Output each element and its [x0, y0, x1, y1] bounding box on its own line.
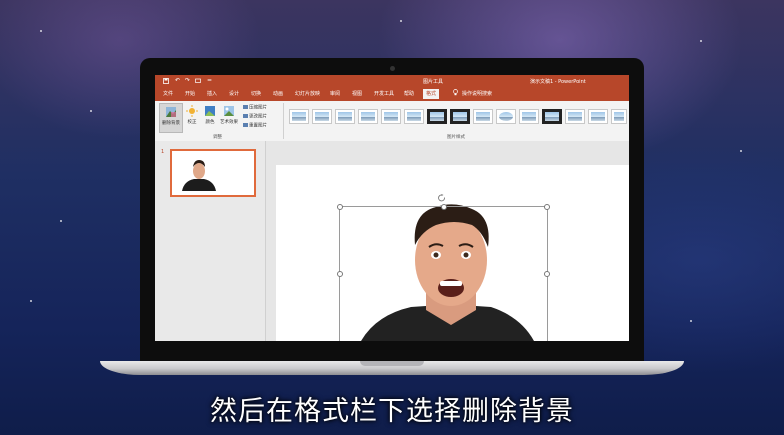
tab-slideshow[interactable]: 幻灯片放映 [292, 89, 323, 99]
remove-background-button[interactable]: 删除背景 [159, 103, 183, 133]
ribbon-tabs: 文件 开始 插入 设计 切换 动画 幻灯片放映 审阅 视图 开发工具 帮助 格式… [155, 87, 629, 101]
picture-style-thumb[interactable] [611, 109, 627, 124]
remove-background-icon [165, 106, 177, 118]
group-label-picture-styles: 图片样式 [447, 135, 465, 140]
laptop-notch [360, 361, 424, 366]
picture-style-thumb[interactable] [289, 109, 309, 124]
ribbon-divider [283, 103, 284, 139]
save-icon[interactable] [163, 78, 170, 84]
tab-review[interactable]: 审阅 [327, 89, 343, 99]
undo-icon[interactable]: ↶ [175, 78, 182, 84]
color-label: 颜色 [205, 120, 215, 125]
color-button[interactable]: 颜色 [202, 103, 218, 131]
picture-style-thumb[interactable] [450, 109, 470, 124]
tab-animations[interactable]: 动画 [270, 89, 286, 99]
corrections-button[interactable]: 校正 [183, 103, 201, 131]
picture-style-thumb[interactable] [404, 109, 424, 124]
tab-view[interactable]: 视图 [349, 89, 365, 99]
camera-icon [390, 66, 395, 71]
compress-pictures-button[interactable]: 压缩图片 [243, 105, 267, 111]
slide-thumbnail-pane: 1 [155, 141, 266, 341]
rotate-handle-icon[interactable] [438, 187, 445, 202]
picture-style-thumb[interactable] [542, 109, 562, 124]
redo-icon[interactable]: ↷ [185, 78, 192, 84]
tab-format[interactable]: 格式 [423, 89, 440, 99]
artistic-effects-icon [223, 105, 235, 117]
picture-selection-box[interactable] [339, 206, 548, 341]
artistic-effects-button[interactable]: 艺术效果 [218, 103, 240, 131]
app-window: ↶ ↷ = 图片工具 演示文稿1 - PowerPoint 文件 开始 插入 设… [155, 75, 629, 341]
tab-transitions[interactable]: 切换 [248, 89, 264, 99]
tell-me-search[interactable]: 操作说明搜索 [462, 89, 492, 99]
picture-style-thumb[interactable] [588, 109, 608, 124]
picture-style-thumb[interactable] [496, 109, 516, 124]
present-icon[interactable] [195, 78, 202, 84]
resize-handle[interactable] [337, 204, 343, 210]
lightbulb-icon [453, 89, 458, 99]
tab-home[interactable]: 开始 [182, 89, 198, 99]
video-subtitle: 然后在格式栏下选择删除背景 [210, 396, 574, 427]
change-picture-button[interactable]: 更改图片 [243, 114, 267, 120]
tab-design[interactable]: 设计 [226, 89, 242, 99]
change-picture-icon [243, 114, 248, 118]
change-picture-label: 更改图片 [249, 114, 267, 120]
slide-number: 1 [161, 149, 165, 155]
picture-style-thumb[interactable] [335, 109, 355, 124]
slide-thumbnail[interactable] [170, 149, 256, 197]
picture-style-thumb[interactable] [473, 109, 493, 124]
remove-background-label: 删除背景 [162, 121, 180, 126]
resize-handle[interactable] [337, 271, 343, 277]
slide-canvas[interactable] [276, 165, 629, 341]
group-label-adjust: 调整 [213, 135, 222, 140]
color-icon [204, 105, 216, 117]
picture-style-thumb[interactable] [427, 109, 447, 124]
compress-label: 压缩图片 [249, 105, 267, 111]
resize-handle[interactable] [544, 204, 550, 210]
corrections-label: 校正 [187, 120, 197, 125]
picture-style-thumb[interactable] [358, 109, 378, 124]
picture-style-thumb[interactable] [519, 109, 539, 124]
picture-style-thumb[interactable] [312, 109, 332, 124]
picture-style-thumb[interactable] [565, 109, 585, 124]
compress-icon [243, 105, 248, 109]
tab-help[interactable]: 帮助 [401, 89, 417, 99]
window-title: 演示文稿1 - PowerPoint [530, 79, 586, 85]
tab-file[interactable]: 文件 [160, 89, 176, 99]
tab-developer[interactable]: 开发工具 [371, 89, 397, 99]
sun-icon [186, 105, 198, 117]
context-tab-group-label: 图片工具 [423, 79, 444, 85]
tab-insert[interactable]: 插入 [204, 89, 220, 99]
artistic-effects-label: 艺术效果 [220, 120, 238, 125]
reset-picture-label: 重置图片 [249, 123, 267, 129]
resize-handle[interactable] [441, 204, 447, 210]
reset-picture-button[interactable]: 重置图片 [243, 123, 267, 129]
resize-handle[interactable] [544, 271, 550, 277]
slide-editor [266, 141, 629, 341]
ribbon: 删除背景 校正 颜色 艺术效果 压缩图片 更改图片 重置图片 调整 图片样式 [155, 101, 629, 142]
qat-more[interactable]: = [207, 78, 214, 84]
picture-style-thumb[interactable] [381, 109, 401, 124]
slide-thumbnail-image [172, 151, 254, 195]
reset-picture-icon [243, 123, 248, 127]
title-bar: ↶ ↷ = 图片工具 演示文稿1 - PowerPoint [155, 75, 629, 87]
